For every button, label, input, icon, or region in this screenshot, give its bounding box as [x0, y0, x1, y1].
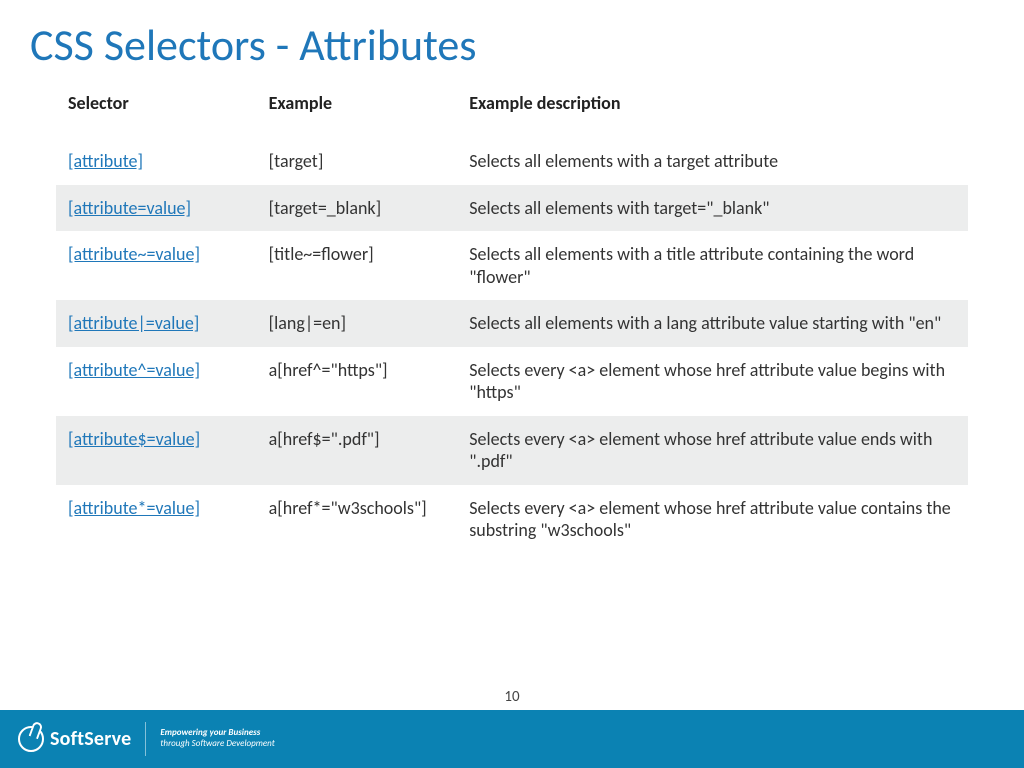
- table-row: [attribute=value] [target=_blank] Select…: [56, 185, 968, 232]
- col-header-example: Example: [257, 82, 458, 138]
- example-cell: [target]: [257, 138, 458, 185]
- page-number: 10: [0, 688, 1024, 706]
- footer-divider: [145, 722, 146, 756]
- table-row: [attribute|=value] [lang|=en] Selects al…: [56, 300, 968, 347]
- example-cell: [title~=flower]: [257, 231, 458, 300]
- description-cell: Selects all elements with target="_blank…: [457, 185, 968, 232]
- description-cell: Selects every <a> element whose href att…: [457, 485, 968, 554]
- table-row: [attribute^=value] a[href^="https"] Sele…: [56, 347, 968, 416]
- description-cell: Selects all elements with a target attri…: [457, 138, 968, 185]
- selector-link[interactable]: [attribute=value]: [68, 197, 191, 219]
- table-row: [attribute] [target] Selects all element…: [56, 138, 968, 185]
- col-header-selector: Selector: [56, 82, 257, 138]
- selector-link[interactable]: [attribute~=value]: [68, 243, 200, 265]
- logo-icon: [18, 726, 44, 752]
- selector-link[interactable]: [attribute]: [68, 150, 143, 172]
- content-area: Selector Example Example description [at…: [0, 82, 1024, 710]
- selectors-table: Selector Example Example description [at…: [56, 82, 968, 554]
- example-cell: a[href^="https"]: [257, 347, 458, 416]
- footer-bar: SoftServe Empowering your Business throu…: [0, 710, 1024, 768]
- example-cell: a[href*="w3schools"]: [257, 485, 458, 554]
- description-cell: Selects all elements with a lang attribu…: [457, 300, 968, 347]
- brand-name: SoftServe: [50, 727, 131, 751]
- selector-link[interactable]: [attribute*=value]: [68, 497, 200, 519]
- selector-link[interactable]: [attribute$=value]: [68, 428, 200, 450]
- example-cell: [target=_blank]: [257, 185, 458, 232]
- example-cell: [lang|=en]: [257, 300, 458, 347]
- selector-link[interactable]: [attribute^=value]: [68, 359, 200, 381]
- table-header-row: Selector Example Example description: [56, 82, 968, 138]
- col-header-description: Example description: [457, 82, 968, 138]
- brand-logo: SoftServe: [18, 726, 131, 752]
- table-row: [attribute*=value] a[href*="w3schools"] …: [56, 485, 968, 554]
- tagline-line-2: through Software Development: [160, 739, 274, 750]
- example-cell: a[href$=".pdf"]: [257, 416, 458, 485]
- selector-link[interactable]: [attribute|=value]: [68, 312, 199, 334]
- description-cell: Selects every <a> element whose href att…: [457, 347, 968, 416]
- description-cell: Selects every <a> element whose href att…: [457, 416, 968, 485]
- table-row: [attribute~=value] [title~=flower] Selec…: [56, 231, 968, 300]
- description-cell: Selects all elements with a title attrib…: [457, 231, 968, 300]
- page-title: CSS Selectors - Attributes: [0, 0, 1024, 82]
- brand-tagline: Empowering your Business through Softwar…: [160, 728, 274, 750]
- table-row: [attribute$=value] a[href$=".pdf"] Selec…: [56, 416, 968, 485]
